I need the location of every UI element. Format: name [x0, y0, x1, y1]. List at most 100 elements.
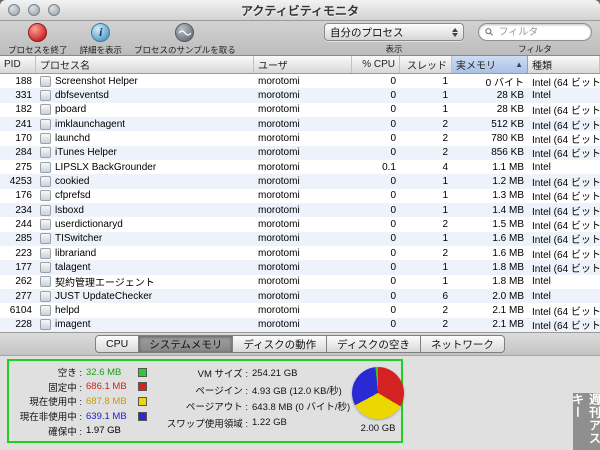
cell-kind: Intel (64 ビット) [532, 306, 600, 318]
cell-cpu: 0 [390, 175, 396, 187]
inspect-label: 詳細を表示 [79, 45, 123, 55]
cell-user: morotomi [258, 132, 300, 144]
table-row[interactable]: 6104 helpd morotomi 0 2 2.1 MB Intel (64 ビット) [0, 303, 600, 318]
column-header-threads[interactable]: スレッド [400, 56, 452, 73]
toolbar: プロセスを終了 詳細を表示 プロセスのサンプルを取る 自分のプロセス 表示 [0, 21, 600, 56]
memory-total-label: 2.00 GB [360, 423, 396, 434]
title-bar[interactable]: アクティビティモニタ [0, 0, 600, 21]
cell-threads: 2 [442, 132, 448, 144]
process-filter-popup[interactable]: 自分のプロセス [324, 23, 464, 41]
cell-process-name: cookied [36, 175, 254, 187]
quit-process-button[interactable]: プロセスを終了 [8, 23, 68, 56]
cell-pid: 188 [15, 75, 32, 87]
cell-process-name: LIPSLX BackGrounder [36, 161, 254, 173]
cell-user: morotomi [258, 175, 300, 187]
cell-kind: Intel (64 ビット) [532, 263, 600, 275]
cell-kind: Intel (64 ビット) [532, 321, 600, 332]
info-icon [91, 23, 111, 42]
table-row[interactable]: 262 契約管理エージェント morotomi 0 1 1.8 MB Intel [0, 275, 600, 289]
table-row[interactable]: 176 cfprefsd morotomi 0 1 1.3 MB Intel (64 ビット… [0, 189, 600, 203]
tab-1[interactable]: CPU [95, 335, 140, 353]
stat-label: 固定中 : [48, 382, 82, 394]
vm-stat-value: 254.21 GB [252, 367, 298, 379]
cell-cpu: 0 [390, 276, 396, 288]
table-row[interactable]: 177 talagent morotomi 0 1 1.8 MB Intel (64 ビット… [0, 260, 600, 275]
cell-real-memory: 1.8 MB [492, 276, 524, 288]
column-header-real-memory[interactable]: 実メモリ ▲ [452, 56, 528, 73]
cell-user: morotomi [258, 276, 300, 288]
cell-real-memory: 1.3 MB [492, 190, 524, 202]
table-row[interactable]: 182 pboard morotomi 0 1 28 KB Intel (64 ビット) [0, 103, 600, 117]
cell-real-memory: 512 KB [491, 118, 524, 130]
cell-process-name: cfprefsd [36, 190, 254, 202]
column-header-name[interactable]: プロセス名 [36, 56, 254, 73]
vm-stat-row: VM サイズ : 254.21 GB [160, 365, 352, 382]
cell-pid: 228 [15, 319, 32, 331]
table-row[interactable]: 4253 cookied morotomi 0 1 1.2 MB Intel (64 ビット… [0, 174, 600, 189]
process-icon [40, 290, 51, 302]
tab-2[interactable]: システムメモリ [139, 335, 234, 353]
cell-cpu: 0 [390, 104, 396, 116]
table-row[interactable]: 285 TISwitcher morotomi 0 1 1.6 MB Intel (64 ビ… [0, 231, 600, 246]
cell-process-name: launchd [36, 132, 254, 144]
stat-value: 32.6 MB [86, 366, 122, 378]
cell-user: morotomi [258, 204, 300, 216]
sample-process-button[interactable]: プロセスのサンプルを取る [134, 23, 236, 56]
cell-kind: Intel (64 ビット) [532, 149, 600, 161]
cell-cpu: 0 [390, 147, 396, 159]
table-row[interactable]: 244 userdictionaryd morotomi 0 2 1.5 MB Intel … [0, 217, 600, 232]
minimize-button[interactable] [28, 4, 40, 16]
cell-pid: 4253 [9, 175, 32, 187]
table-row[interactable]: 234 lsboxd morotomi 0 1 1.4 MB Intel (64 ビット) [0, 202, 600, 218]
tab-5[interactable]: ネットワーク [420, 335, 505, 353]
tab-4[interactable]: ディスクの空き [327, 335, 421, 353]
inspect-button[interactable]: 詳細を表示 [79, 23, 123, 56]
table-row[interactable]: 284 iTunes Helper morotomi 0 2 856 KB Intel (6… [0, 145, 600, 161]
cell-pid: 331 [15, 89, 32, 101]
cell-cpu: 0 [390, 261, 396, 273]
cell-real-memory: 1.2 MB [492, 175, 524, 187]
table-row[interactable]: 241 imklaunchagent morotomi 0 2 512 KB Intel (… [0, 116, 600, 132]
filter-search-input[interactable] [496, 25, 585, 39]
column-header-cpu[interactable]: % CPU [352, 56, 400, 73]
cell-real-memory: 1.4 MB [492, 204, 524, 216]
column-header-kind[interactable]: 種類 [528, 56, 600, 73]
color-swatch [138, 411, 147, 421]
memory-stats-highlight-box: 空き :32.6 MB 固定中 :686.1 MB 現在使用中 :687.8 MB 現… [7, 359, 404, 443]
zoom-button[interactable] [48, 4, 60, 16]
cell-process-name: 契約管理エージェント [36, 274, 254, 289]
cell-kind: Intel (64 ビット) [532, 192, 600, 204]
filter-group: フィルタ [478, 23, 592, 55]
column-header-user[interactable]: ユーザ [254, 56, 352, 73]
system-memory-panel: 空き :32.6 MB 固定中 :686.1 MB 現在使用中 :687.8 MB 現… [0, 356, 600, 450]
table-row[interactable]: 275 LIPSLX BackGrounder morotomi 0.1 4 1.1 MB… [0, 160, 600, 174]
close-button[interactable] [8, 4, 20, 16]
process-icon [40, 247, 51, 259]
table-row[interactable]: 331 dbfseventsd morotomi 0 1 28 KB Intel [0, 88, 600, 103]
filter-search-field[interactable] [478, 23, 592, 41]
table-row[interactable]: 223 librariand morotomi 0 2 1.6 MB Intel (64 ビ… [0, 246, 600, 261]
activity-monitor-window: アクティビティモニタ プロセスを終了 詳細を表示 プロセスのサンプルを取る 自分… [0, 0, 600, 450]
table-row[interactable]: 170 launchd morotomi 0 2 780 KB Intel (64 ビット) [0, 131, 600, 146]
popup-selected-value: 自分のプロセス [330, 26, 404, 39]
tab-3[interactable]: ディスクの動作 [233, 335, 328, 353]
table-row[interactable]: 228 imagent morotomi 0 2 2.1 MB Intel (64 ビット) [0, 317, 600, 332]
cell-real-memory: 1.5 MB [492, 218, 524, 230]
table-row[interactable]: 277 JUST UpdateChecker morotomi 0 6 2.0 MB Int… [0, 288, 600, 304]
process-icon [40, 319, 51, 331]
tab-bar: CPU システムメモリ ディスクの動作 ディスクの空き ネットワーク [0, 332, 600, 356]
vm-stat-value: 4.93 GB (12.0 KB/秒) [252, 385, 342, 397]
cell-threads: 1 [442, 89, 448, 101]
process-icon [40, 261, 51, 273]
process-icon [40, 118, 51, 130]
cell-user: morotomi [258, 319, 300, 331]
memory-stat-row: 確保中 : 1.97 GB [14, 423, 160, 438]
column-header-pid[interactable]: PID [0, 56, 36, 73]
cell-process-name: Screenshot Helper [36, 75, 254, 87]
table-row[interactable]: 188 Screenshot Helper morotomi 0 1 0 バイト Intel… [0, 74, 600, 89]
cell-threads: 2 [442, 147, 448, 159]
cell-user: morotomi [258, 190, 300, 202]
vm-stat-row: ページアウト : 643.8 MB (0 バイト/秒) [160, 398, 352, 415]
cell-real-memory: 2.1 MB [492, 319, 524, 331]
cell-user: morotomi [258, 233, 300, 245]
